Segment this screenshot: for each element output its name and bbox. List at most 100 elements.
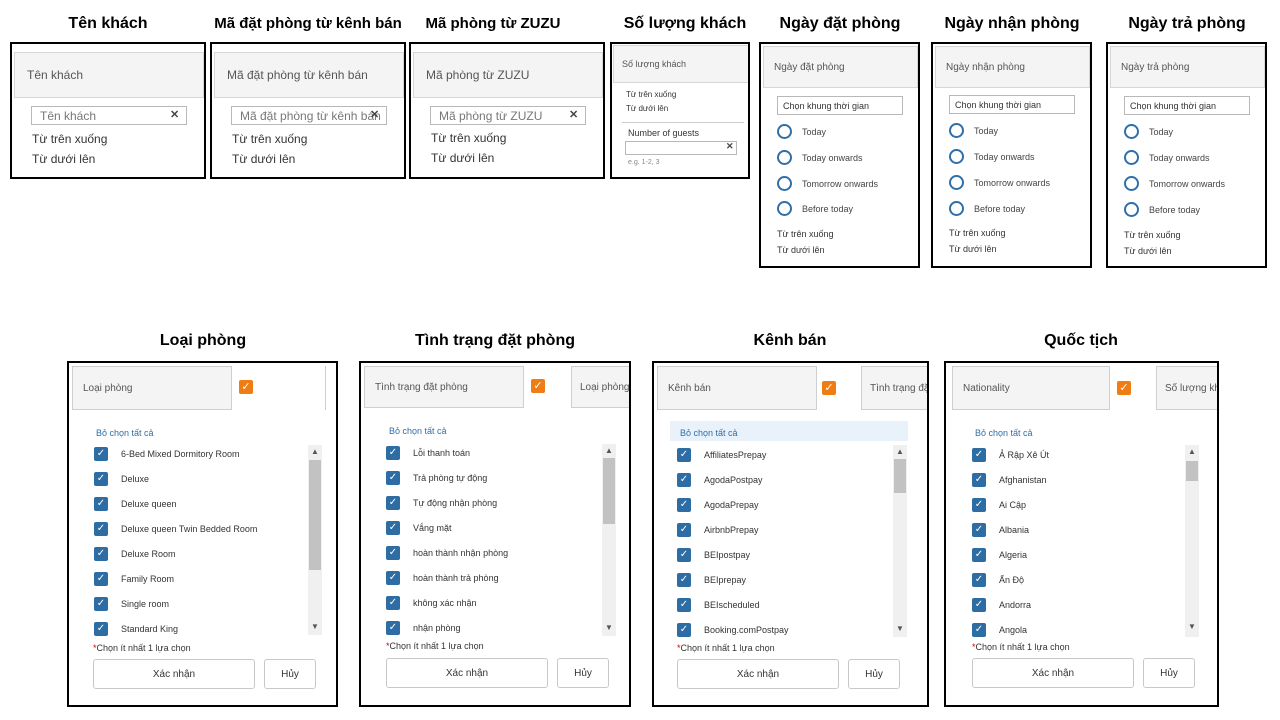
radio-tomorrow-onwards[interactable]: Tomorrow onwards [949,175,1050,190]
booking-status-header[interactable]: Tình trạng đặt phòng [364,366,524,408]
radio-today[interactable]: Today [1124,124,1173,139]
scroll-up-icon[interactable]: ▲ [605,447,613,455]
scrollbar-thumb[interactable] [894,459,906,493]
date-range-select[interactable]: Chọn khung thời gian [949,95,1075,114]
sort-descending[interactable]: Từ dưới lên [949,244,996,254]
list-item[interactable]: ✓ Andorra [972,598,1031,612]
list-item[interactable]: ✓ Booking.comPostpay [677,623,789,637]
list-item[interactable]: ✓ Tự động nhận phòng [386,496,497,510]
list-item[interactable]: ✓ Ả Rập Xê Út [972,448,1049,462]
list-item[interactable]: ✓ Albania [972,523,1029,537]
guest-count-header[interactable]: Số lượng khách [613,45,748,83]
radio-before-today[interactable]: Before today [1124,202,1200,217]
cancel-button[interactable]: Hủy [1143,658,1195,688]
checkin-date-header[interactable]: Ngày nhận phòng [935,46,1090,88]
next-column-header[interactable]: Số lượng khách [1156,366,1217,410]
list-item[interactable]: ✓ Lỗi thanh toán [386,446,470,460]
guest-name-input[interactable]: Tên khách [31,106,187,125]
list-item[interactable]: ✓ Single room [94,597,169,611]
sort-ascending[interactable]: Từ trên xuống [431,131,506,145]
cancel-button[interactable]: Hủy [264,659,316,689]
checkmark-icon[interactable]: ✓ [531,379,545,393]
radio-tomorrow-onwards[interactable]: Tomorrow onwards [1124,176,1225,191]
list-item[interactable]: ✓ Deluxe queen Twin Bedded Room [94,522,257,536]
radio-today-onwards[interactable]: Today onwards [1124,150,1210,165]
checkout-date-header[interactable]: Ngày trả phòng [1110,46,1265,88]
confirm-button[interactable]: Xác nhận [386,658,548,688]
radio-today-onwards[interactable]: Today onwards [777,150,863,165]
list-item[interactable]: ✓ AgodaPrepay [677,498,759,512]
list-item[interactable]: ✓ Deluxe queen [94,497,177,511]
deselect-all-link[interactable]: Bỏ chọn tất cả [680,428,738,438]
deselect-all-link[interactable]: Bỏ chọn tất cả [975,428,1033,438]
sales-channel-header[interactable]: Kênh bán [657,366,817,410]
checkmark-icon[interactable]: ✓ [239,380,253,394]
room-code-input[interactable]: Mã phòng từ ZUZU [430,106,586,125]
sort-descending[interactable]: Từ dưới lên [232,152,295,166]
list-item[interactable]: ✓ AgodaPostpay [677,473,763,487]
sort-descending[interactable]: Từ dưới lên [626,104,668,113]
sort-ascending[interactable]: Từ trên xuống [626,90,676,99]
scroll-up-icon[interactable]: ▲ [896,448,904,456]
confirm-button[interactable]: Xác nhận [93,659,255,689]
list-item[interactable]: ✓ hoàn thành trả phòng [386,571,499,585]
scroll-down-icon[interactable]: ▼ [896,625,904,633]
scrollbar-thumb[interactable] [309,460,321,570]
sort-ascending[interactable]: Từ trên xuống [1124,230,1181,240]
deselect-all-link[interactable]: Bỏ chọn tất cả [96,428,154,438]
sort-ascending[interactable]: Từ trên xuống [32,132,107,146]
list-item[interactable]: ✓ Standard King [94,622,178,636]
scrollbar-thumb[interactable] [1186,461,1198,481]
guest-count-input[interactable] [625,141,737,155]
booking-code-header[interactable]: Mã đặt phòng từ kênh bán [214,52,404,98]
cancel-button[interactable]: Hủy [848,659,900,689]
clear-icon[interactable]: ✕ [370,108,379,121]
scrollbar-thumb[interactable] [603,458,615,524]
next-column-header[interactable]: Tình trạng đặt phòng [861,366,927,410]
radio-today[interactable]: Today [777,124,826,139]
confirm-button[interactable]: Xác nhận [972,658,1134,688]
list-item[interactable]: ✓ Algeria [972,548,1027,562]
clear-icon[interactable]: ✕ [726,141,734,152]
booking-date-header[interactable]: Ngày đặt phòng [763,46,918,88]
radio-today-onwards[interactable]: Today onwards [949,149,1035,164]
list-item[interactable]: ✓ không xác nhận [386,596,477,610]
scroll-down-icon[interactable]: ▼ [1188,623,1196,631]
guest-name-header[interactable]: Tên khách [14,52,204,98]
list-item[interactable]: ✓ Family Room [94,572,174,586]
room-type-header[interactable]: Loại phòng [72,366,232,410]
room-code-header[interactable]: Mã phòng từ ZUZU [413,52,603,98]
radio-before-today[interactable]: Before today [777,201,853,216]
list-item[interactable]: ✓ BEIscheduled [677,598,760,612]
list-item[interactable]: ✓ AffiliatesPrepay [677,448,766,462]
radio-tomorrow-onwards[interactable]: Tomorrow onwards [777,176,878,191]
sort-descending[interactable]: Từ dưới lên [1124,246,1171,256]
date-range-select[interactable]: Chọn khung thời gian [777,96,903,115]
next-column-header[interactable]: Loại phòng [571,366,629,408]
list-item[interactable]: ✓ Vắng mặt [386,521,452,535]
confirm-button[interactable]: Xác nhận [677,659,839,689]
scroll-down-icon[interactable]: ▼ [311,623,319,631]
sort-descending[interactable]: Từ dưới lên [777,245,824,255]
sort-descending[interactable]: Từ dưới lên [431,151,494,165]
list-item[interactable]: ✓ Deluxe [94,472,149,486]
nationality-header[interactable]: Nationality [952,366,1110,410]
list-item[interactable]: ✓ Ai Cập [972,498,1026,512]
checkmark-icon[interactable]: ✓ [822,381,836,395]
scroll-up-icon[interactable]: ▲ [311,448,319,456]
list-item[interactable]: ✓ Angola [972,623,1027,637]
list-item[interactable]: ✓ BEIprepay [677,573,746,587]
radio-before-today[interactable]: Before today [949,201,1025,216]
list-item[interactable]: ✓ Ấn Độ [972,573,1024,587]
list-item[interactable]: ✓ BEIpostpay [677,548,750,562]
sort-ascending[interactable]: Từ trên xuống [949,228,1006,238]
sort-ascending[interactable]: Từ trên xuống [232,132,307,146]
radio-today[interactable]: Today [949,123,998,138]
list-item[interactable]: ✓ Afghanistan [972,473,1047,487]
list-item[interactable]: ✓ 6-Bed Mixed Dormitory Room [94,447,240,461]
list-item[interactable]: ✓ Deluxe Room [94,547,176,561]
list-item[interactable]: ✓ hoàn thành nhận phòng [386,546,508,560]
clear-icon[interactable]: ✕ [569,108,578,121]
deselect-all-link[interactable]: Bỏ chọn tất cả [389,426,447,436]
checkmark-icon[interactable]: ✓ [1117,381,1131,395]
